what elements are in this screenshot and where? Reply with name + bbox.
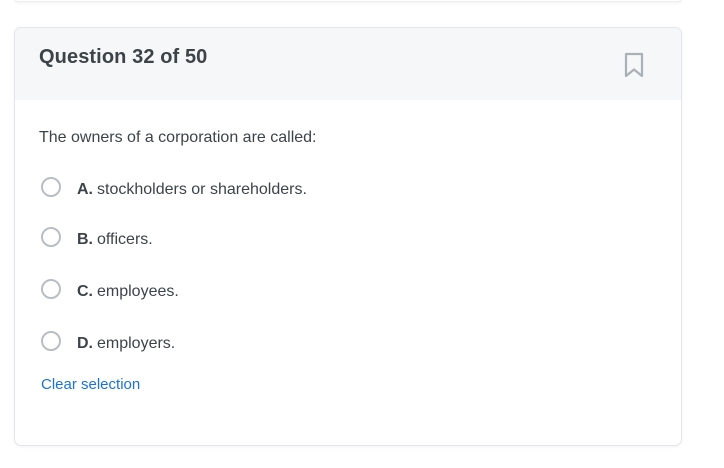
option-text: employees. xyxy=(97,283,179,300)
option-d[interactable]: D. employers. xyxy=(41,320,657,376)
clear-selection-link[interactable]: Clear selection xyxy=(41,376,140,393)
option-text: stockholders or shareholders. xyxy=(97,181,307,198)
option-label: C. employees. xyxy=(77,283,179,301)
question-text: The owners of a corporation are called: xyxy=(39,129,317,146)
bookmark-icon xyxy=(624,52,644,78)
radio-button[interactable] xyxy=(41,331,61,351)
option-letter: C. xyxy=(77,283,93,300)
option-label: D. employers. xyxy=(77,335,175,353)
question-card: Question 32 of 50 The owners of a corpor… xyxy=(14,27,682,446)
option-a[interactable]: A. stockholders or shareholders. xyxy=(41,168,657,220)
option-letter: D. xyxy=(77,335,93,352)
option-letter: A. xyxy=(77,181,93,198)
option-c[interactable]: C. employees. xyxy=(41,268,657,324)
radio-button[interactable] xyxy=(41,177,61,197)
radio-button[interactable] xyxy=(41,227,61,247)
option-letter: B. xyxy=(77,231,93,248)
radio-button[interactable] xyxy=(41,279,61,299)
question-body: The owners of a corporation are called: … xyxy=(15,100,681,394)
option-text: employers. xyxy=(97,335,176,352)
option-b[interactable]: B. officers. xyxy=(41,216,657,272)
previous-card-edge xyxy=(14,0,682,2)
option-label: B. officers. xyxy=(77,231,153,249)
question-header: Question 32 of 50 xyxy=(15,28,681,100)
option-text: officers. xyxy=(97,231,153,248)
question-counter: Question 32 of 50 xyxy=(39,46,208,68)
answer-options: A. stockholders or shareholders. B. office… xyxy=(39,168,657,376)
option-label: A. stockholders or shareholders. xyxy=(77,181,307,199)
bookmark-button[interactable] xyxy=(621,50,647,80)
